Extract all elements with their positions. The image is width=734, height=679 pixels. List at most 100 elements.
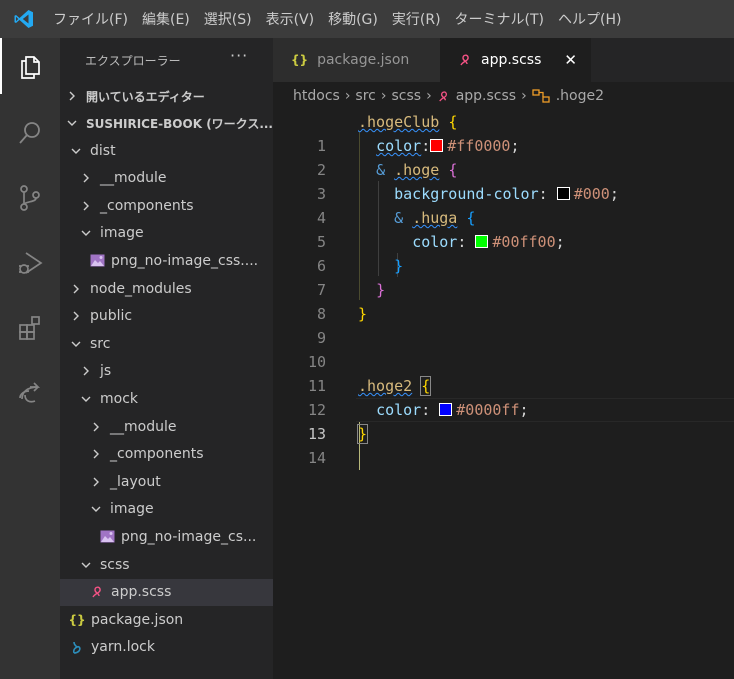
- menu-run[interactable]: 実行(R): [387, 9, 450, 29]
- folder-item[interactable]: node_modules: [60, 275, 273, 302]
- tree-item-label: package.json: [91, 611, 184, 628]
- files-icon[interactable]: [0, 38, 60, 94]
- code-line: 8 }: [273, 278, 734, 323]
- tree-item-label: public: [90, 308, 133, 325]
- chevron-right-icon: [88, 448, 104, 460]
- folder-item[interactable]: scss: [60, 551, 273, 578]
- folder-item[interactable]: _layout: [60, 468, 273, 495]
- chevron-right-icon: ›: [344, 88, 351, 104]
- color-swatch[interactable]: [430, 139, 444, 152]
- json-file-icon: {}: [68, 612, 86, 627]
- source-control-icon[interactable]: [0, 170, 60, 226]
- folder-item[interactable]: __module: [60, 165, 273, 192]
- breadcrumb-htdocs[interactable]: htdocs: [293, 88, 340, 104]
- chevron-down-icon: [78, 393, 94, 405]
- folder-item[interactable]: image: [60, 220, 273, 247]
- tree-item-label: image: [100, 225, 144, 242]
- symbol-class-icon: [532, 88, 550, 104]
- property: color: [412, 233, 458, 251]
- file-item[interactable]: {} package.json: [60, 606, 273, 633]
- chevron-right-icon: [78, 200, 94, 212]
- chevron-right-icon: [68, 310, 84, 322]
- image-file-icon: [88, 254, 106, 267]
- code-line: 5 & .huga {: [273, 206, 734, 251]
- tree-item-label: js: [100, 363, 112, 380]
- folder-item[interactable]: src: [60, 330, 273, 357]
- live-share-icon[interactable]: [0, 365, 60, 421]
- code-line: 3 & .hoge {: [273, 158, 734, 203]
- extensions-icon[interactable]: [0, 300, 60, 356]
- tree-item-label: dist: [90, 142, 116, 159]
- chevron-down-icon: [78, 559, 94, 571]
- code-line-current: 13 color: #0000ff;: [273, 398, 734, 443]
- chevron-down-icon: [68, 145, 84, 157]
- open-editors-label: 開いているエディター: [86, 89, 205, 104]
- file-item[interactable]: png_no-image_css....: [60, 247, 273, 274]
- property: background-color: [394, 185, 539, 203]
- value: #0000ff: [456, 401, 520, 419]
- menu-selection[interactable]: 選択(S): [199, 9, 261, 29]
- color-swatch[interactable]: [439, 403, 453, 416]
- tab-app-scss[interactable]: app.scss ✕: [440, 38, 591, 82]
- folder-item[interactable]: public: [60, 303, 273, 330]
- folder-item[interactable]: _components: [60, 441, 273, 468]
- tree-item-label: scss: [100, 556, 130, 573]
- chevron-right-icon: [78, 365, 94, 377]
- ampersand: &: [394, 209, 404, 227]
- chevron-right-icon: ›: [380, 88, 387, 104]
- color-swatch[interactable]: [475, 235, 489, 248]
- tab-label: package.json: [317, 52, 410, 68]
- workspace-section[interactable]: SUSHIRICE-BOOK (ワークス...: [60, 110, 273, 136]
- menu-file[interactable]: ファイル(F): [48, 9, 137, 29]
- run-debug-icon[interactable]: [0, 235, 60, 291]
- menu-help[interactable]: ヘルプ(H): [553, 9, 630, 29]
- chevron-down-icon: [64, 117, 80, 129]
- file-item[interactable]: png_no-image_cs...: [60, 523, 273, 550]
- brace: }: [358, 305, 368, 323]
- menu-go[interactable]: 移動(G): [323, 9, 387, 29]
- yarn-file-icon: [68, 640, 86, 655]
- code-line: 7 }: [273, 254, 734, 299]
- open-editors-section[interactable]: 開いているエディター: [60, 83, 273, 109]
- selector: .hogeClub: [358, 113, 440, 131]
- tree-item-label: _layout: [110, 473, 161, 490]
- folder-item[interactable]: _components: [60, 192, 273, 219]
- json-file-icon: {}: [291, 53, 309, 67]
- brace: {: [466, 209, 476, 227]
- color-swatch[interactable]: [556, 187, 570, 200]
- menu-terminal[interactable]: ターミナル(T): [450, 9, 553, 29]
- more-actions-icon[interactable]: ···: [230, 46, 248, 65]
- tree-item-label: image: [110, 501, 154, 518]
- code-line: 12 .hoge2 {: [273, 374, 734, 419]
- brace: {: [448, 113, 458, 131]
- tree-item-label: _components: [110, 446, 204, 463]
- file-item[interactable]: app.scss: [60, 578, 273, 606]
- folder-item[interactable]: mock: [60, 385, 273, 412]
- scss-file-icon: [458, 53, 472, 67]
- breadcrumb-hoge2[interactable]: .hoge2: [556, 88, 604, 104]
- selector: .huga: [412, 209, 458, 227]
- file-item[interactable]: yarn.lock: [60, 634, 273, 661]
- breadcrumb: htdocs › src › scss › app.scss › .hoge2: [273, 82, 734, 110]
- close-icon[interactable]: ✕: [564, 51, 577, 69]
- search-icon[interactable]: [0, 105, 60, 161]
- folder-item[interactable]: js: [60, 358, 273, 385]
- brace: }: [376, 281, 386, 299]
- workspace-label: SUSHIRICE-BOOK (ワークス...: [85, 116, 273, 131]
- vscode-logo-icon: [0, 0, 48, 38]
- tab-package-json[interactable]: {} package.json: [273, 38, 440, 82]
- code-line: 4 background-color: #000;: [273, 182, 734, 227]
- chevron-right-icon: [88, 476, 104, 488]
- code-line: 9 }: [273, 302, 734, 347]
- tree-item-label: _components: [100, 197, 194, 214]
- line-number: 14: [307, 449, 326, 467]
- folder-item[interactable]: image: [60, 496, 273, 523]
- breadcrumb-app-scss[interactable]: app.scss: [456, 88, 516, 104]
- menu-view[interactable]: 表示(V): [261, 9, 324, 29]
- breadcrumb-src[interactable]: src: [355, 88, 375, 104]
- folder-item[interactable]: __module: [60, 413, 273, 440]
- menu-edit[interactable]: 編集(E): [137, 9, 199, 29]
- folder-item[interactable]: dist: [60, 137, 273, 164]
- breadcrumb-scss[interactable]: scss: [391, 88, 421, 104]
- chevron-right-icon: ›: [521, 88, 527, 104]
